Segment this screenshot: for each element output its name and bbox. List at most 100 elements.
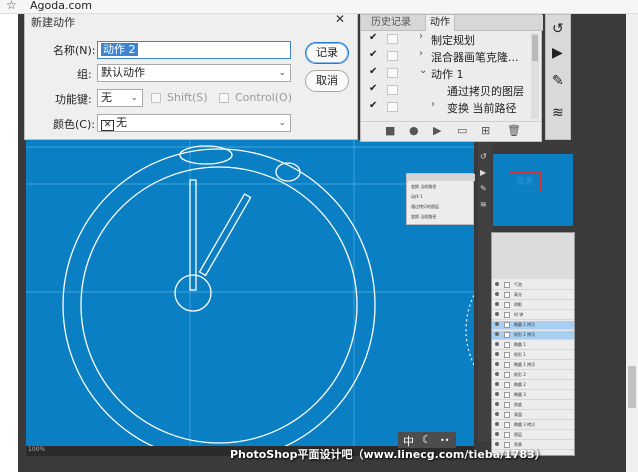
- actions-toolbar: ■ ● ▶ ▭ ⊞ 🗑: [361, 121, 541, 141]
- layer-row[interactable]: 矩形 1: [492, 351, 574, 360]
- cancel-button[interactable]: 取消: [305, 70, 349, 92]
- actions-play-icon[interactable]: ▶: [552, 45, 563, 61]
- star-icon[interactable]: ☆: [6, 0, 17, 12]
- record-icon[interactable]: ●: [409, 124, 419, 137]
- layer-name: 椭圆 1: [514, 342, 526, 347]
- shift-checkbox[interactable]: [151, 93, 161, 103]
- brush-icon[interactable]: ✎: [552, 73, 564, 89]
- tab-actions[interactable]: 动作: [425, 15, 455, 31]
- eye-icon[interactable]: [495, 302, 499, 306]
- layer-row[interactable]: 图层: [492, 431, 574, 440]
- check-icon[interactable]: ✔: [369, 83, 377, 94]
- dialog-toggle-box[interactable]: [387, 102, 398, 112]
- check-icon[interactable]: ✔: [369, 66, 377, 77]
- stop-icon[interactable]: ■: [385, 124, 395, 137]
- action-row[interactable]: ✔ ⌄ 动作 1: [361, 65, 529, 82]
- eye-icon[interactable]: [495, 352, 499, 356]
- action-row[interactable]: ✔ › 变换 当前路径: [361, 99, 529, 116]
- layer-thumbnail: [504, 302, 510, 308]
- floating-history-tabs: [407, 174, 475, 181]
- float-row: 通过拷贝的图层: [411, 204, 439, 209]
- eye-icon[interactable]: [495, 392, 499, 396]
- check-icon[interactable]: ✔: [369, 100, 377, 111]
- record-button[interactable]: 记录: [305, 42, 349, 64]
- layer-row[interactable]: 刻度: [492, 401, 574, 410]
- action-row[interactable]: ✔ 通过拷贝的图层: [361, 82, 529, 99]
- layer-row[interactable]: 椭圆 3 拷贝: [492, 421, 574, 430]
- layer-row[interactable]: 时 钟: [492, 311, 574, 320]
- history-icon[interactable]: ↺: [480, 152, 487, 161]
- action-row-label: 动作 1: [431, 68, 464, 81]
- eye-icon[interactable]: [495, 382, 499, 386]
- dialog-toggle-box[interactable]: [387, 68, 398, 78]
- chevron-right-icon[interactable]: ›: [419, 48, 423, 59]
- chevron-right-icon[interactable]: ›: [431, 99, 435, 110]
- layer-row[interactable]: 矩形 2: [492, 371, 574, 380]
- eye-icon[interactable]: [495, 282, 499, 286]
- eye-icon[interactable]: [495, 342, 499, 346]
- brush-presets-icon[interactable]: ≋: [480, 200, 487, 209]
- layer-row[interactable]: 阴影: [492, 301, 574, 310]
- chevron-down-icon[interactable]: ⌄: [419, 65, 427, 76]
- trash-icon[interactable]: 🗑: [507, 124, 521, 137]
- dialog-toggle-box[interactable]: [387, 85, 398, 95]
- play-icon[interactable]: ▶: [433, 124, 441, 137]
- close-icon[interactable]: ✕: [335, 12, 345, 26]
- layer-row[interactable]: 椭圆 2: [492, 381, 574, 390]
- moon-icon[interactable]: ☾: [422, 433, 432, 446]
- check-icon[interactable]: ✔: [369, 49, 377, 60]
- check-icon[interactable]: ✔: [369, 32, 377, 43]
- eye-icon[interactable]: [495, 292, 499, 296]
- eye-icon[interactable]: [495, 362, 499, 366]
- eye-icon[interactable]: [495, 332, 499, 336]
- control-checkbox[interactable]: [219, 93, 229, 103]
- color-select[interactable]: ✕ 无 ⌄: [97, 114, 291, 132]
- layer-name: 刻度: [514, 402, 522, 407]
- action-row[interactable]: ✔ › 混合器画笔克隆...: [361, 48, 529, 65]
- eye-icon[interactable]: [495, 412, 499, 416]
- scrollbar-thumb[interactable]: [532, 35, 538, 61]
- layer-row[interactable]: 椭圆 1 拷贝: [492, 361, 574, 370]
- eye-icon[interactable]: [495, 402, 499, 406]
- history-icon[interactable]: ↺: [552, 21, 564, 37]
- eye-icon[interactable]: [495, 422, 499, 426]
- panel-dock-strip: ↺ ▶ ✎ ≋: [545, 14, 571, 140]
- tab-history[interactable]: 历史记录: [367, 15, 415, 31]
- layer-row[interactable]: 高光: [492, 291, 574, 300]
- bookmark-agoda[interactable]: Agoda.com: [30, 0, 92, 12]
- eye-icon[interactable]: [495, 312, 499, 316]
- chevron-right-icon[interactable]: ›: [419, 31, 423, 42]
- layer-row[interactable]: 表盘: [492, 411, 574, 420]
- layer-thumbnail: [504, 372, 510, 378]
- actions-scrollbar[interactable]: [531, 33, 539, 119]
- group-select[interactable]: 默认动作 ⌄: [97, 64, 291, 82]
- new-action-icon[interactable]: ⊞: [481, 124, 490, 137]
- layer-name: 气泡: [514, 282, 522, 287]
- function-key-select[interactable]: 无 ⌄: [97, 89, 143, 107]
- color-label: 颜色(C):: [53, 118, 95, 131]
- brush-icon[interactable]: ✎: [480, 184, 487, 193]
- dialog-toggle-box[interactable]: [387, 51, 398, 61]
- layer-thumbnail: [504, 422, 510, 428]
- layer-row[interactable]: 矩形 1 拷贝: [492, 331, 574, 340]
- layer-thumbnail: [504, 432, 510, 438]
- layer-row[interactable]: 椭圆 2 拷贝: [492, 321, 574, 330]
- dialog-toggle-box[interactable]: [387, 34, 398, 44]
- layer-row[interactable]: 椭圆 3: [492, 391, 574, 400]
- layer-row[interactable]: 气泡: [492, 281, 574, 290]
- action-row[interactable]: ✔ › 制定规划: [361, 31, 529, 48]
- layer-name: 椭圆 3: [514, 392, 526, 397]
- play-icon[interactable]: ▶: [480, 168, 486, 177]
- name-input[interactable]: 动作 2: [97, 41, 291, 59]
- page-scrollbar[interactable]: [626, 14, 638, 472]
- layer-name: 表盘: [514, 412, 522, 417]
- more-icon[interactable]: ••: [440, 436, 449, 445]
- scrollbar-thumb[interactable]: [628, 366, 636, 408]
- new-set-icon[interactable]: ▭: [457, 124, 467, 137]
- eye-icon[interactable]: [495, 322, 499, 326]
- eye-icon[interactable]: [495, 372, 499, 376]
- layer-thumbnail: [504, 282, 510, 288]
- eye-icon[interactable]: [495, 432, 499, 436]
- layer-row[interactable]: 椭圆 1: [492, 341, 574, 350]
- brush-presets-icon[interactable]: ≋: [552, 105, 564, 121]
